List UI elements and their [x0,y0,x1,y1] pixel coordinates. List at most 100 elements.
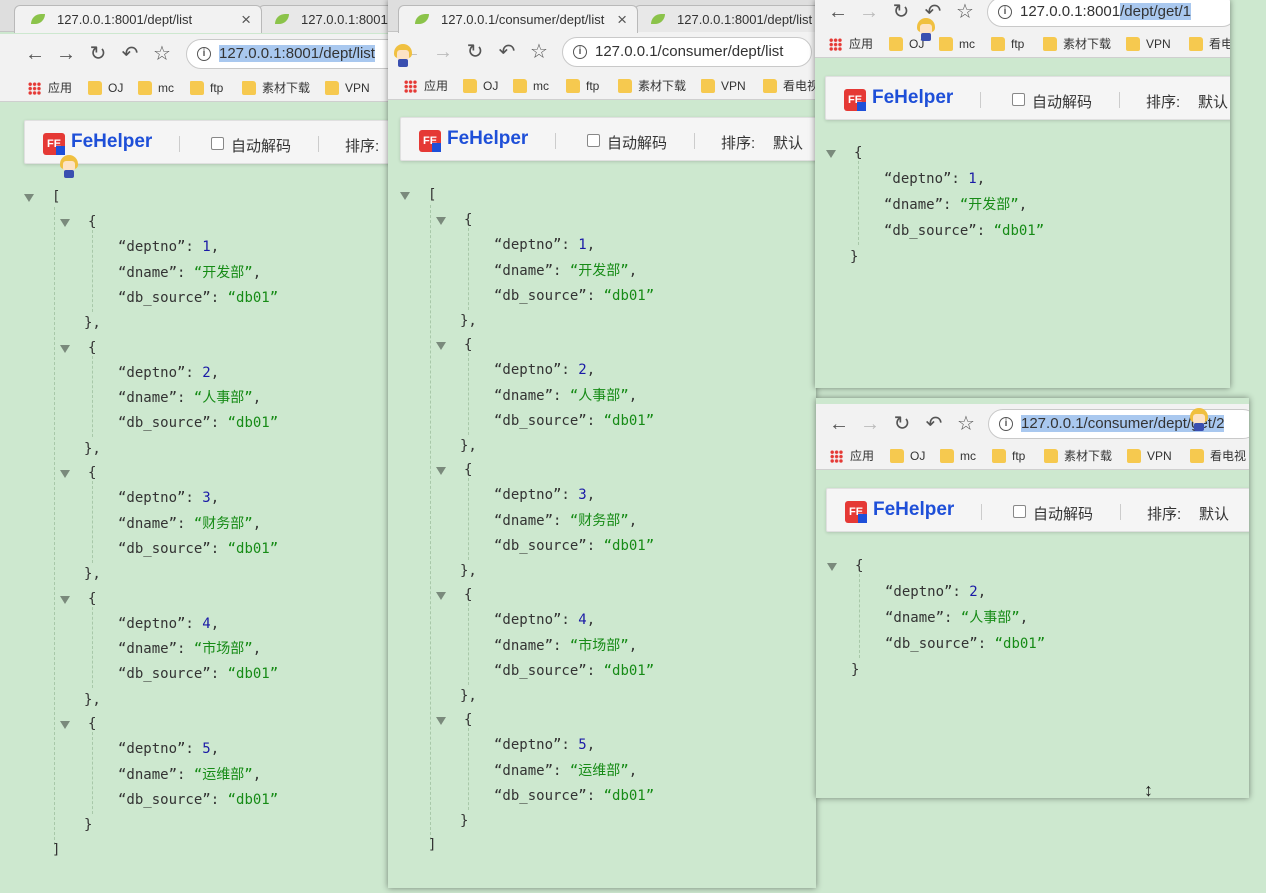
bookmark-apps[interactable]: 应用 [28,80,72,96]
json-field-dname: “dname”: “人事部”, [885,608,1028,628]
bookmark-label: ftp [586,79,600,93]
bookmark-tv[interactable]: 看电视 [1190,448,1246,464]
back-arrow-icon[interactable]: ← [827,1,849,23]
bookmark-apps[interactable]: 应用 [830,448,874,464]
reload-icon[interactable]: ↻ [890,1,912,23]
bookmark-apps[interactable]: 应用 [829,36,873,52]
address-bar[interactable]: i 127.0.0.1:8001/dept/list [186,39,416,69]
close-tab-icon[interactable]: × [241,6,251,33]
bookmark-mc[interactable]: mc [939,36,975,52]
forward-arrow-icon[interactable]: → [55,43,77,65]
divider [179,136,180,152]
star-icon[interactable]: ☆ [955,413,977,435]
collapse-toggle-icon[interactable] [60,344,70,353]
reload-icon[interactable]: ↻ [891,413,913,435]
bookmark-ftp[interactable]: ftp [190,80,223,96]
address-bar[interactable]: i 127.0.0.1:8001/dept/get/1 [987,0,1230,27]
collapse-toggle-icon[interactable] [436,342,446,350]
value-deptno: 2 [193,364,211,381]
bookmark-sucai[interactable]: 素材下载 [1043,36,1111,52]
forward-arrow-icon[interactable]: → [858,1,880,23]
browser-window-consumer-dept-list: 127.0.0.1/consumer/dept/list × 127.0.0.1… [388,0,816,888]
json-field-db-source: “db_source”: “db01” [118,790,278,810]
fehelper-title: FeHelper [447,128,529,149]
auto-decode-checkbox[interactable]: 自动解码 [1012,91,1092,112]
info-icon[interactable]: i [999,417,1013,431]
undo-icon[interactable]: ↶ [496,41,518,63]
collapse-toggle-icon[interactable] [436,217,446,225]
bookmark-apps[interactable]: 应用 [404,78,448,94]
collapse-toggle-icon[interactable] [826,150,836,158]
reload-icon[interactable]: ↻ [464,41,486,63]
spring-leaf-icon [651,14,665,24]
bookmark-oj[interactable]: OJ [463,78,498,94]
undo-icon[interactable]: ↶ [119,43,141,65]
collapse-toggle-icon[interactable] [24,194,34,202]
bookmark-ftp[interactable]: ftp [566,78,599,94]
forward-arrow-icon[interactable]: → [859,413,881,435]
star-icon[interactable]: ☆ [954,1,976,23]
folder-icon [1190,449,1204,463]
collapse-toggle-icon[interactable] [60,470,70,478]
address-bar[interactable]: i 127.0.0.1/consumer/dept/list [562,37,812,67]
reload-icon[interactable]: ↻ [87,43,109,65]
brace-close: } [851,662,860,678]
bookmark-vpn[interactable]: VPN [1127,448,1172,464]
close-tab-icon[interactable]: × [617,6,627,33]
star-icon[interactable]: ☆ [528,41,550,63]
back-arrow-icon[interactable]: ← [24,43,46,65]
collapse-toggle-icon[interactable] [436,467,446,475]
auto-decode-checkbox[interactable]: 自动解码 [211,135,291,156]
forward-arrow-icon[interactable]: → [432,41,454,63]
bookmark-sucai[interactable]: 素材下载 [1044,448,1112,464]
bookmark-tv[interactable]: 看电视 [763,78,816,94]
tab-dept-list[interactable]: 127.0.0.1:8001/dept/list × [14,5,262,33]
auto-decode-checkbox[interactable]: 自动解码 [1013,503,1093,524]
bookmark-sucai[interactable]: 素材下载 [618,78,686,94]
collapse-toggle-icon[interactable] [60,595,70,604]
bookmark-tv[interactable]: 看电视 [1189,36,1230,52]
json-field-deptno: “deptno”: 4, [118,614,219,634]
bookmark-mc[interactable]: mc [513,78,549,94]
collapse-toggle-icon[interactable] [60,721,70,729]
undo-icon[interactable]: ↶ [923,413,945,435]
bookmark-vpn[interactable]: VPN [325,80,370,96]
json-field-deptno: “deptno”: 5, [118,739,219,759]
bookmark-mc[interactable]: mc [138,80,174,96]
bookmark-ftp[interactable]: ftp [991,36,1024,52]
indent-guide [468,353,469,435]
back-arrow-icon[interactable]: ← [828,413,850,435]
object-close: } [850,247,858,267]
tab-second[interactable]: 127.0.0.1:8001/dept/list [634,5,816,33]
info-icon[interactable]: i [998,5,1012,19]
collapse-toggle-icon[interactable] [827,563,837,571]
bookmark-oj[interactable]: OJ [88,80,123,96]
bookmark-sucai[interactable]: 素材下载 [242,80,310,96]
collapse-toggle-icon[interactable] [400,192,410,200]
tab-strip: 127.0.0.1:8001/dept/list × 127.0.0.1:800… [0,0,430,33]
value-deptno: 1 [569,237,587,254]
key-db-source: “db_source”: [118,415,220,432]
json-field-db-source: “db_source”: “db01” [494,661,654,681]
bookmark-ftp[interactable]: ftp [992,448,1025,464]
json-field-dname: “dname”: “人事部”, [118,388,261,408]
collapse-toggle-icon[interactable] [436,592,446,600]
info-icon[interactable]: i [573,45,587,59]
array-close: ] [428,835,436,855]
tab-consumer-dept-list[interactable]: 127.0.0.1/consumer/dept/list × [398,5,638,33]
bookmark-label: 看电视 [1210,449,1247,463]
bookmark-vpn[interactable]: VPN [1126,36,1171,52]
indent-guide [859,574,860,658]
collapse-toggle-icon[interactable] [60,219,70,227]
collapse-toggle-icon[interactable] [436,717,446,725]
info-icon[interactable]: i [197,47,211,61]
star-icon[interactable]: ☆ [151,43,173,65]
bookmark-vpn[interactable]: VPN [701,78,746,94]
json-field-deptno: “deptno”: 3, [118,488,219,508]
bookmark-oj[interactable]: OJ [890,448,925,464]
comma: , [210,741,220,758]
auto-decode-checkbox[interactable]: 自动解码 [587,132,667,153]
tab-second[interactable]: 127.0.0.1:8001/d [258,5,408,33]
bookmark-mc[interactable]: mc [940,448,976,464]
comma: , [252,515,262,532]
